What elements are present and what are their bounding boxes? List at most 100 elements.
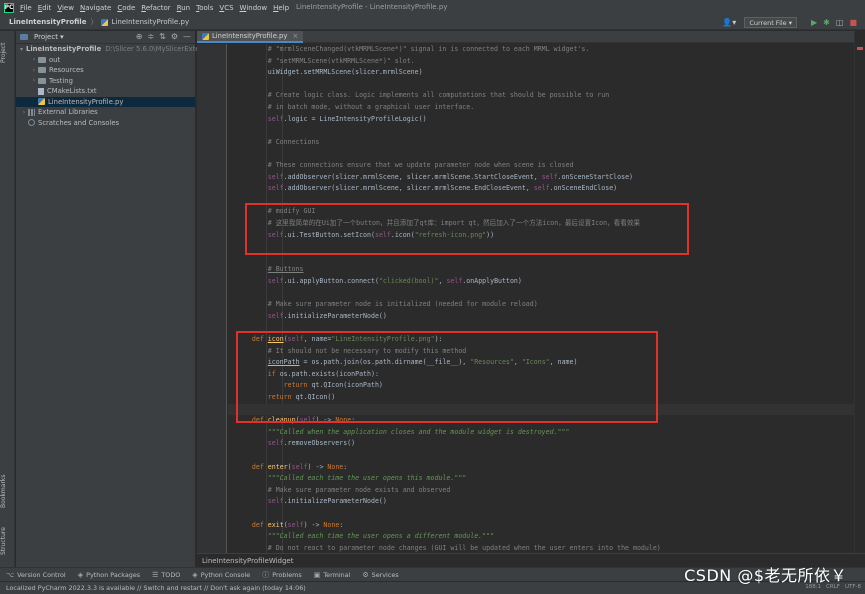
project-view-selector[interactable]: Project ▾	[34, 33, 64, 41]
tool-window-python-console[interactable]: ◈ Python Console	[192, 571, 250, 579]
code-line[interactable]: 161 # Create logic class. Logic implemen…	[228, 90, 854, 102]
menu-code[interactable]: Code	[117, 4, 135, 12]
menu-vcs[interactable]: VCS	[219, 4, 233, 12]
code-line[interactable]: 159 uiWidget.setMRMLScene(slicer.mrmlSce…	[228, 67, 854, 79]
menu-view[interactable]: View	[57, 4, 74, 12]
code-line[interactable]: 200 # Do not react to parameter node cha…	[228, 543, 854, 553]
code-line[interactable]: 168 self.addObserver(slicer.mrmlScene, s…	[228, 172, 854, 184]
tree-item[interactable]: ▾ LineIntensityProfile D:\Slicer 5.6.0\MyS…	[16, 44, 209, 55]
breadcrumb-class[interactable]: LineIntensityProfileWidget	[202, 557, 293, 565]
chevron-down-icon[interactable]: ▾	[20, 46, 23, 53]
python-file-icon	[38, 98, 45, 106]
tool-window-services[interactable]: ⚙ Services	[362, 571, 398, 579]
chevron-right-icon[interactable]: ›	[20, 109, 28, 116]
code-line[interactable]: 198 def exit(self) -> None:	[228, 520, 854, 532]
code-line[interactable]: 169 self.addObserver(slicer.mrmlScene, s…	[228, 183, 854, 195]
menu-run[interactable]: Run	[177, 4, 190, 12]
code-line[interactable]: 179 # Make sure parameter node is initia…	[228, 299, 854, 311]
bookmarks-tool-tab[interactable]: Bookmarks	[0, 471, 15, 511]
code-line[interactable]: 158 # "setMRMLScene(vtkMRMLScene*)" slot…	[228, 56, 854, 68]
code-line[interactable]: 191 self.removeObservers()	[228, 438, 854, 450]
tree-item[interactable]: › out	[16, 55, 195, 66]
menu-file[interactable]: File	[20, 4, 32, 12]
code-line[interactable]: 199 """Called each time the user opens a…	[228, 531, 854, 543]
coverage-icon[interactable]: ◫	[836, 18, 844, 27]
code-text: self.addObserver(slicer.mrmlScene, slice…	[267, 172, 634, 181]
error-marker[interactable]	[857, 47, 863, 50]
tool-window-terminal[interactable]: ▣ Terminal	[314, 571, 351, 579]
tool-window-python-packages[interactable]: ◈ Python Packages	[78, 571, 140, 579]
tree-item[interactable]: LineIntensityProfile.py	[16, 96, 195, 107]
code-line[interactable]: 197	[228, 508, 854, 520]
status-message[interactable]: Localized PyCharm 2022.3.3 is available …	[6, 584, 306, 592]
code-text: """Called each time the user opens this …	[267, 474, 467, 483]
code-line[interactable]: 190 """Called when the application close…	[228, 427, 854, 439]
project-panel: Project ▾ ⊕ ≑ ⇅ ⚙ — ▾ LineIntensityProfil…	[16, 31, 209, 567]
tree-item[interactable]: › External Libraries	[16, 107, 195, 118]
code-line[interactable]: 166	[228, 148, 854, 160]
menu-refactor[interactable]: Refactor	[141, 4, 170, 12]
user-icon[interactable]: 👤▾	[722, 18, 736, 27]
code-line[interactable]: 195 # Make sure parameter node exists an…	[228, 485, 854, 497]
project-tool-tab[interactable]: Project	[0, 35, 15, 71]
chevron-right-icon[interactable]: ›	[30, 67, 38, 74]
code-text: # Buttons	[267, 265, 304, 274]
run-configuration-select[interactable]: Current File ▾	[744, 17, 798, 28]
structure-tool-tab[interactable]: Structure	[0, 521, 15, 561]
chevron-right-icon[interactable]: ›	[30, 56, 38, 63]
tree-item[interactable]: › Testing	[16, 76, 195, 87]
menu-tools[interactable]: Tools	[196, 4, 213, 12]
close-icon[interactable]: ×	[292, 32, 298, 40]
code-line[interactable]: 178	[228, 288, 854, 300]
code-line[interactable]: 180 self.initializeParameterNode()	[228, 311, 854, 323]
gear-icon[interactable]: ⚙	[171, 32, 178, 41]
breadcrumb-file[interactable]: LineIntensityProfile.py	[101, 18, 189, 26]
tool-window-version-control[interactable]: ⌥ Version Control	[6, 571, 66, 579]
code-text: def exit(self) -> None:	[251, 520, 344, 529]
hide-panel-icon[interactable]: —	[183, 32, 191, 41]
line-number-gutter	[197, 44, 227, 553]
expand-all-icon[interactable]: ⇅	[159, 32, 166, 41]
menu-help[interactable]: Help	[273, 4, 289, 12]
breadcrumb-separator: 〉	[90, 18, 98, 26]
menu-navigate[interactable]: Navigate	[80, 4, 111, 12]
code-line[interactable]: 160	[228, 79, 854, 91]
code-line[interactable]: 196 self.initializeParameterNode()	[228, 496, 854, 508]
code-line[interactable]: 164	[228, 125, 854, 137]
menu-edit[interactable]: Edit	[38, 4, 52, 12]
code-line[interactable]: 162 # in batch mode, without a graphical…	[228, 102, 854, 114]
debug-icon[interactable]: ✱	[823, 18, 830, 27]
code-text: # Create logic class. Logic implements a…	[267, 91, 610, 100]
tool-window-problems[interactable]: ⓘ Problems	[262, 570, 301, 580]
tree-item[interactable]: CMakeLists.txt	[16, 86, 195, 97]
menu-window[interactable]: Window	[240, 4, 268, 12]
tree-item[interactable]: › Resources	[16, 65, 195, 76]
code-line[interactable]: 167 # These connections ensure that we u…	[228, 160, 854, 172]
code-line[interactable]: 163 self.logic = LineIntensityProfileLog…	[228, 114, 854, 126]
collapse-all-icon[interactable]: ≑	[147, 32, 154, 41]
code-area[interactable]: 157 # "mrmlSceneChanged(vtkMRMLScene*)" …	[228, 44, 854, 553]
code-text: # Do not react to parameter node changes…	[267, 543, 661, 552]
python-packages-icon: ◈	[77, 570, 84, 579]
code-line[interactable]: 165 # Connections	[228, 137, 854, 149]
code-text: """Called when the application closes an…	[267, 427, 570, 436]
code-line[interactable]: 177 self.ui.applyButton.connect("clicked…	[228, 276, 854, 288]
editor-tab-lineintensityprofile[interactable]: LineIntensityProfile.py ×	[197, 31, 304, 43]
code-line[interactable]: 193 def enter(self) -> None:	[228, 462, 854, 474]
code-line[interactable]: 192	[228, 450, 854, 462]
locate-icon[interactable]: ⊕	[136, 32, 143, 41]
tree-item[interactable]: Scratches and Consoles	[16, 118, 195, 129]
code-line[interactable]: 176 # Buttons	[228, 264, 854, 276]
run-icon[interactable]: ▶	[811, 18, 817, 27]
code-line[interactable]: 194 """Called each time the user opens t…	[228, 473, 854, 485]
chevron-right-icon[interactable]: ›	[30, 77, 38, 84]
breadcrumb-project[interactable]: LineIntensityProfile	[9, 18, 86, 26]
file-encoding[interactable]: UTF-8	[845, 584, 861, 590]
stop-icon[interactable]: ■	[849, 18, 857, 27]
tool-window-todo[interactable]: ☰ TODO	[152, 571, 180, 579]
code-line[interactable]: 157 # "mrmlSceneChanged(vtkMRMLScene*)" …	[228, 44, 854, 56]
tree-item-label: LineIntensityProfile.py	[48, 97, 124, 106]
python-file-icon	[101, 18, 109, 26]
python-console-icon: ◈	[192, 570, 198, 579]
error-stripe	[854, 31, 865, 553]
